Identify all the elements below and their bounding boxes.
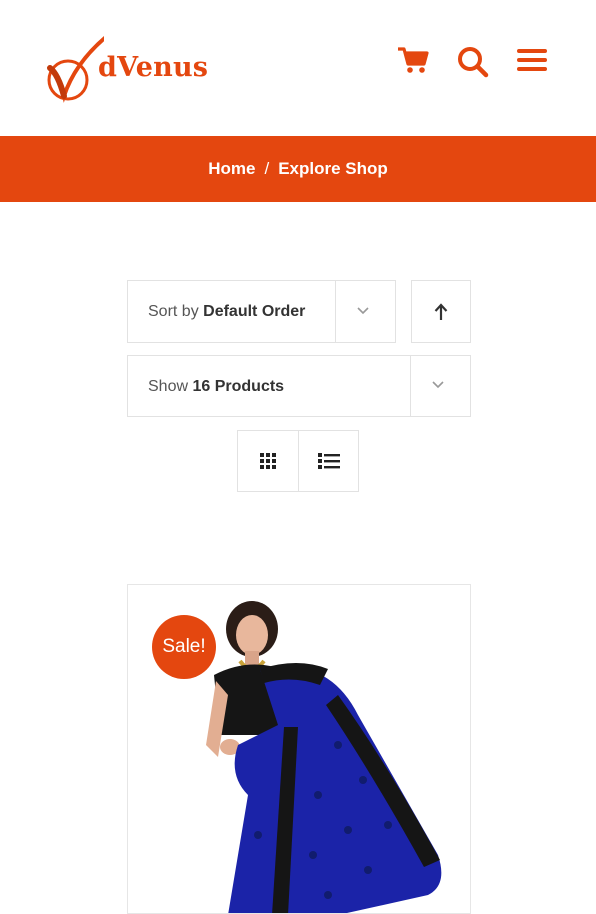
arrow-up-icon xyxy=(434,302,448,320)
show-label: Show 16 Products xyxy=(148,378,285,395)
sale-badge: Sale! xyxy=(152,615,216,679)
list-icon xyxy=(318,453,340,469)
product-card[interactable]: Sale! xyxy=(127,584,471,914)
sort-by-value: Default Order xyxy=(203,303,306,320)
cart-icon[interactable] xyxy=(397,46,429,79)
search-icon[interactable] xyxy=(457,46,489,83)
select-divider xyxy=(335,281,336,342)
logo-text: dVenus xyxy=(98,52,209,83)
sort-by-label: Sort by Default Order xyxy=(148,303,306,320)
checkmark-logo-icon xyxy=(47,35,104,103)
breadcrumb-home-link[interactable]: Home xyxy=(208,159,255,179)
grid-view-button[interactable] xyxy=(238,431,298,491)
menu-icon[interactable] xyxy=(517,46,547,79)
show-value: 16 Products xyxy=(192,378,285,395)
sort-direction-button[interactable] xyxy=(411,280,471,343)
view-toggle xyxy=(237,430,359,492)
products-per-page-select[interactable]: Show 16 Products xyxy=(127,355,471,417)
site-header: dVenus xyxy=(0,0,596,136)
product-image[interactable] xyxy=(188,595,448,914)
chevron-down-icon[interactable] xyxy=(431,377,445,395)
sort-by-select[interactable]: Sort by Default Order xyxy=(127,280,396,343)
site-logo[interactable]: dVenus xyxy=(44,30,214,110)
breadcrumb-separator: / xyxy=(264,159,270,178)
breadcrumb-current: Explore Shop xyxy=(278,159,388,178)
grid-icon xyxy=(260,453,276,469)
chevron-down-icon[interactable] xyxy=(356,303,370,321)
breadcrumb: Home / Explore Shop xyxy=(0,136,596,202)
select-divider xyxy=(410,356,411,416)
list-view-button[interactable] xyxy=(298,431,359,491)
